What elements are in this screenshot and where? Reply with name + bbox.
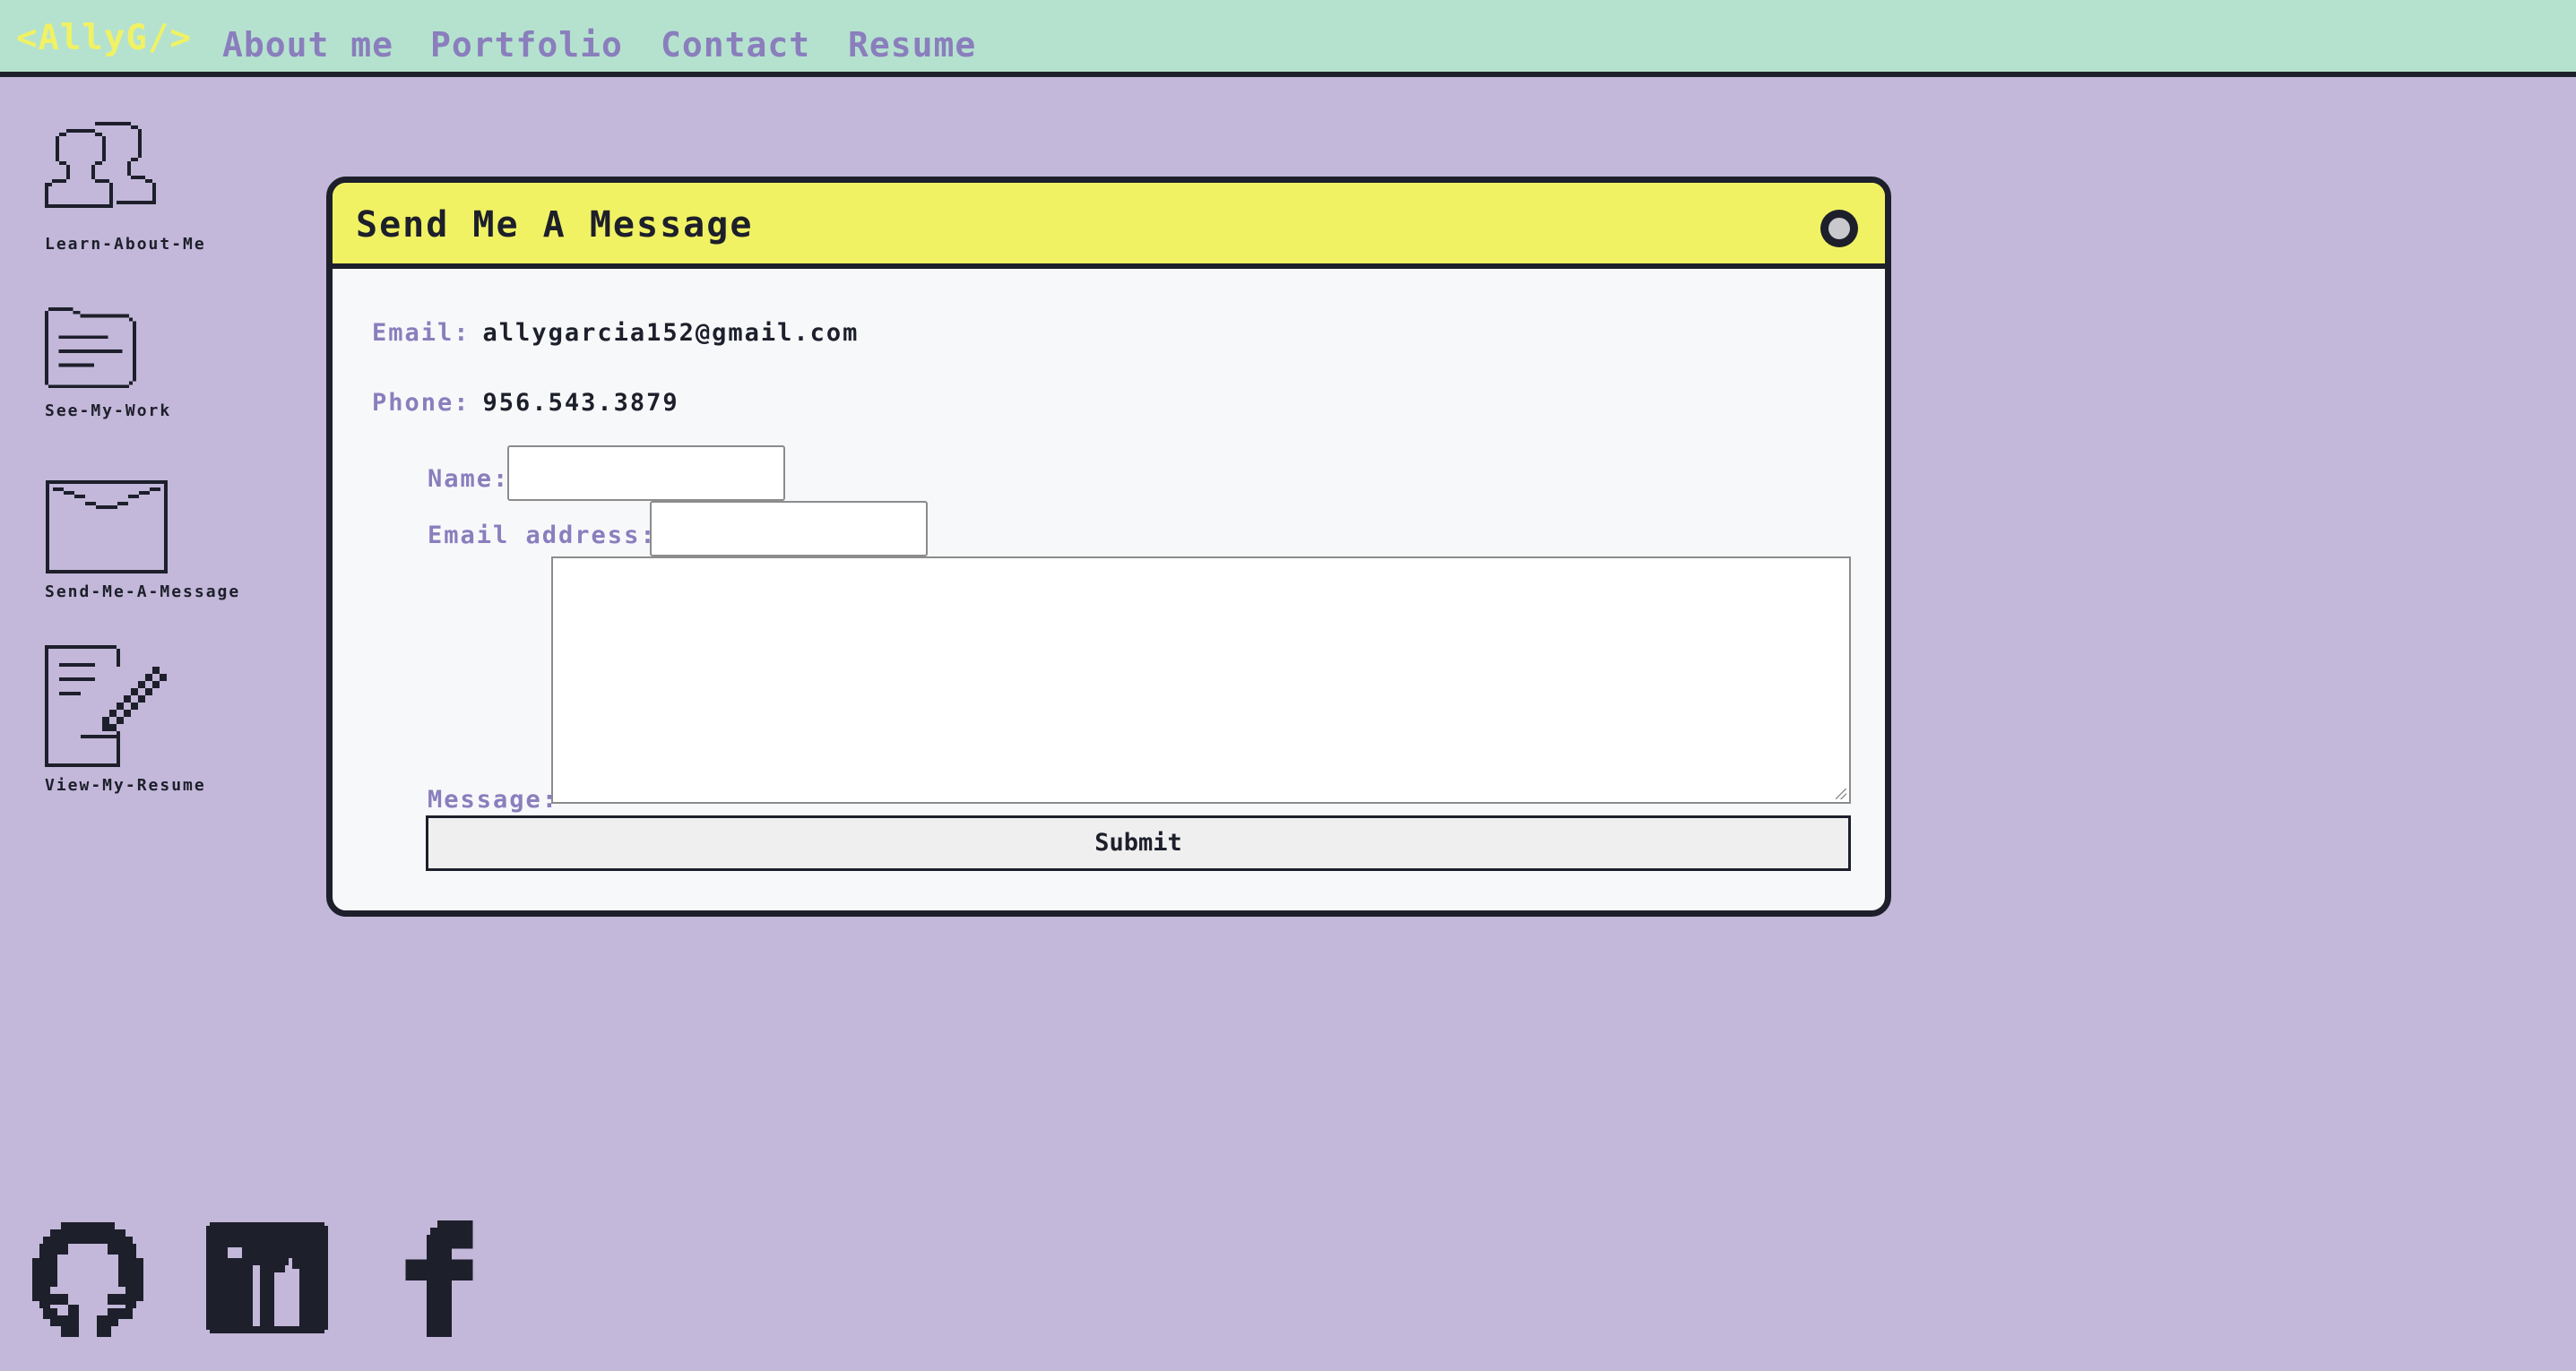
name-field[interactable] xyxy=(507,445,785,501)
envelope-icon xyxy=(46,480,168,573)
message-textarea[interactable] xyxy=(551,556,1851,804)
window-titlebar[interactable]: Send Me A Message xyxy=(333,183,1885,269)
email-address-field[interactable] xyxy=(650,501,928,556)
facebook-icon[interactable] xyxy=(405,1220,477,1337)
phone-info-value: 956.543.3879 xyxy=(482,389,679,417)
message-field-label: Message: xyxy=(428,786,559,814)
desktop-icon-label: Send-Me-A-Message xyxy=(45,582,241,601)
desktop-icon-see-my-work[interactable]: See-My-Work xyxy=(45,306,171,420)
window-title: Send Me A Message xyxy=(356,204,754,246)
close-icon[interactable] xyxy=(1820,210,1858,247)
submit-button[interactable]: Submit xyxy=(426,815,1851,871)
desktop-icon-view-my-resume[interactable]: View-My-Resume xyxy=(45,645,206,795)
linkedin-icon[interactable] xyxy=(206,1222,328,1333)
brand-logo[interactable]: <AllyG/> xyxy=(16,18,192,58)
desktop-icon-learn-about-me[interactable]: Learn-About-Me xyxy=(45,122,206,254)
email-info-value: allygarcia152@gmail.com xyxy=(482,319,860,347)
github-icon[interactable] xyxy=(32,1222,143,1341)
email-info-label: Email: xyxy=(372,319,471,347)
nav-link-about-me[interactable]: About me xyxy=(222,25,393,65)
name-field-label: Name: xyxy=(428,465,510,493)
email-info: Email: allygarcia152@gmail.com xyxy=(372,319,859,347)
contact-window: Send Me A Message Email: allygarcia152@gm… xyxy=(326,177,1891,917)
desktop-icon-label: See-My-Work xyxy=(45,401,172,420)
desktop-icon-send-me-a-message[interactable]: Send-Me-A-Message xyxy=(45,480,240,601)
nav-link-portfolio[interactable]: Portfolio xyxy=(430,25,623,65)
users-icon xyxy=(45,122,156,208)
desktop-icon-label: View-My-Resume xyxy=(45,776,206,795)
phone-info: Phone: 956.543.3879 xyxy=(372,389,679,417)
folder-icon xyxy=(45,306,137,389)
nav-link-resume[interactable]: Resume xyxy=(848,25,976,65)
phone-info-label: Phone: xyxy=(372,389,471,417)
nav-link-contact[interactable]: Contact xyxy=(661,25,810,65)
desktop-icon-label: Learn-About-Me xyxy=(45,235,206,254)
top-nav: <AllyG/> About me Portfolio Contact Resu… xyxy=(0,0,2576,77)
email-address-field-label: Email address: xyxy=(428,522,657,549)
document-pen-icon xyxy=(45,645,167,767)
